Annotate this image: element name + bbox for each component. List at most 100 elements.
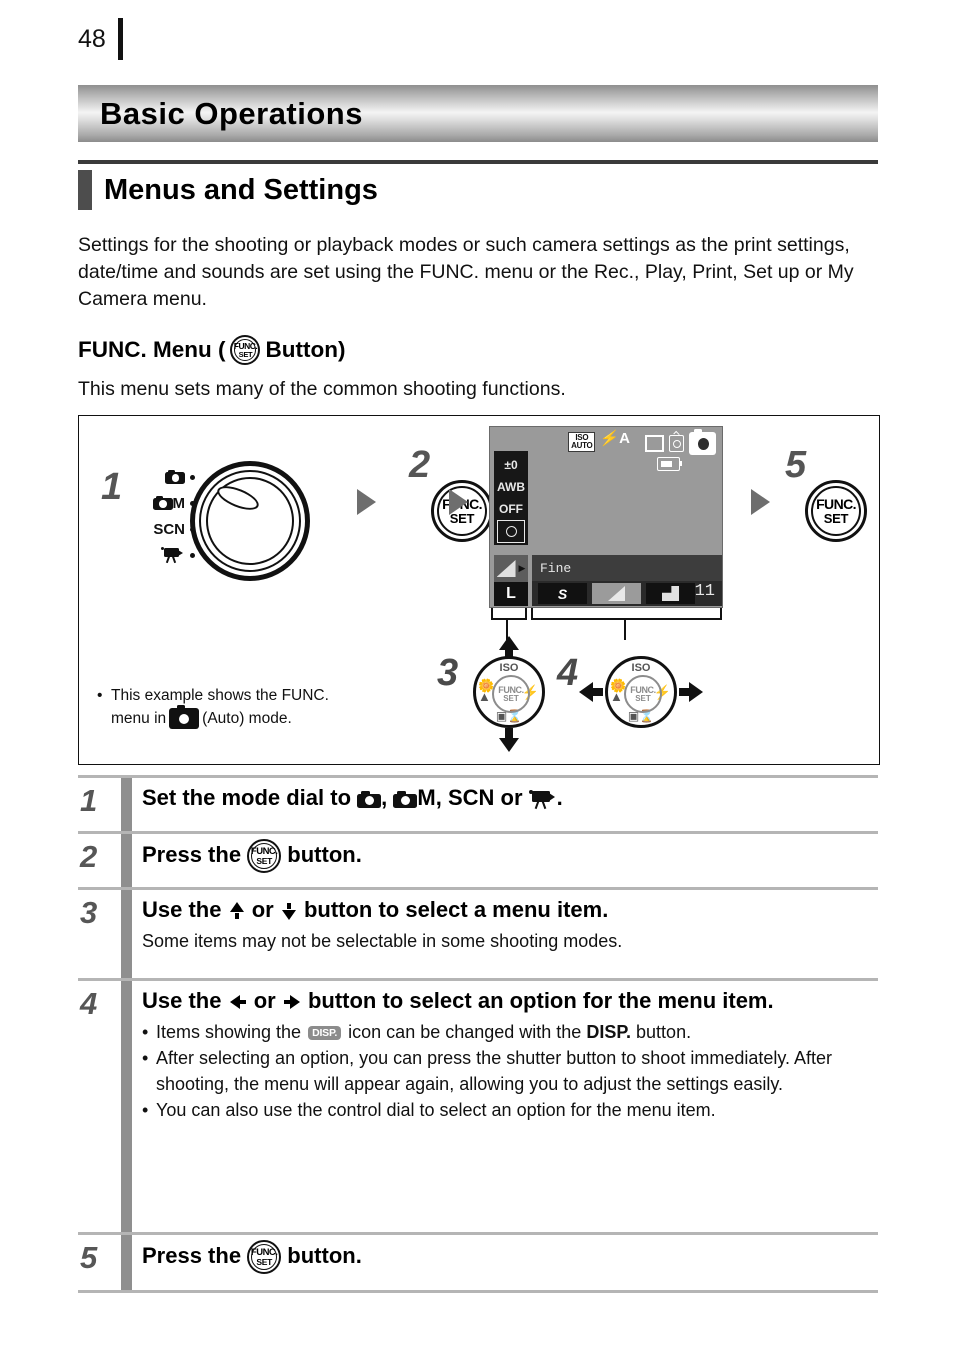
step-5: 5 Press the FUNC. SET button. xyxy=(78,1240,878,1290)
step-4-title-before: Use the xyxy=(142,988,228,1013)
camera-manual-icon xyxy=(393,790,418,808)
lcd-item-my-colors[interactable]: OFF xyxy=(494,498,528,520)
step-2-title-after: button. xyxy=(281,841,362,867)
step-1-title-part3: SCN xyxy=(447,785,495,810)
step-5-title-after: button. xyxy=(281,1242,362,1268)
intro-paragraph: Settings for the shooting or playback mo… xyxy=(78,234,854,310)
section-accent-bar xyxy=(78,170,92,210)
lcd-item-exposure-compensation[interactable]: ±0 xyxy=(494,454,528,476)
lcd-quality-label-row: Fine xyxy=(532,555,722,581)
lcd-item-compression-selected[interactable]: ▶ xyxy=(494,555,528,582)
step-4-bullet-3: • You can also use the control dial to s… xyxy=(142,1097,878,1123)
control-dial-iso-label: ISO xyxy=(631,662,651,674)
auto-mode-indicator-icon xyxy=(689,429,716,455)
movie-camera-icon xyxy=(161,547,185,564)
step-4-title-after: button to select an option for the menu … xyxy=(301,988,774,1013)
camera-auto-icon xyxy=(357,790,382,808)
arrow-up-icon xyxy=(229,902,244,920)
step-divider xyxy=(78,978,878,981)
af-frame-icon xyxy=(645,435,664,452)
step-5-number: 5 xyxy=(80,1240,98,1275)
step-1-number: 1 xyxy=(80,783,98,818)
subsection-heading: FUNC. Menu ( FUNC. SET Button) xyxy=(78,335,345,365)
fine-quality-icon xyxy=(608,586,625,601)
chevron-right-icon: ▶ xyxy=(518,563,526,573)
figure-step5-number: 5 xyxy=(785,444,807,486)
figure-note-line1: This example shows the FUNC. xyxy=(111,687,329,704)
arrow-down-icon xyxy=(499,738,519,752)
flow-arrow-2-icon xyxy=(449,489,468,515)
normal-quality-icon xyxy=(662,586,679,601)
figure-step1-mode-dial: 1 M SCN xyxy=(95,446,345,596)
func-set-button-icon: FUNC. SET xyxy=(230,335,261,365)
figure-note: • This example shows the FUNC. menu in (A… xyxy=(97,684,329,730)
flow-arrow-1-icon xyxy=(357,489,376,515)
chapter-banner: Basic Operations xyxy=(78,85,878,142)
section-heading: Menus and Settings xyxy=(78,170,378,210)
step-divider xyxy=(78,1290,878,1293)
subsection-description: This menu sets many of the common shooti… xyxy=(78,378,566,400)
camera-shake-warning-icon xyxy=(669,430,684,452)
step-4-bullet-2: • After selecting an option, you can pre… xyxy=(142,1045,878,1097)
arrow-right-icon xyxy=(283,995,300,1010)
control-dial-icon: ISO 🌼 ▲ ⚡ ▣⌛ FUNC. SET xyxy=(605,656,677,728)
iso-auto-icon: ISO AUTO xyxy=(568,432,596,452)
mode-dial-label-scn-text: SCN xyxy=(153,520,185,538)
step-divider xyxy=(78,831,878,834)
step-1-title-part2: M, xyxy=(417,785,448,810)
mode-dial-icon xyxy=(190,461,310,581)
arrow-right-icon xyxy=(689,682,703,702)
figure-note-line2-after: (Auto) mode. xyxy=(202,710,292,727)
step-4-title: Use the or button to select an option fo… xyxy=(142,986,878,1016)
func-button-top-label: FUNC. xyxy=(816,495,856,512)
step-3-subtext: Some items may not be selectable in some… xyxy=(142,931,623,951)
figure-note-line2-before: menu in xyxy=(111,710,167,727)
func-set-button-icon: FUNC. SET xyxy=(247,1240,282,1274)
step-2-title: Press the FUNC. SET button. xyxy=(142,839,878,873)
bullet-1-before: Items showing the xyxy=(156,1022,307,1042)
mode-dial-label-manual: M xyxy=(95,490,195,516)
camera-auto-icon xyxy=(165,470,185,484)
lcd-item-white-balance[interactable]: AWB xyxy=(494,476,528,498)
step-2: 2 Press the FUNC. SET button. xyxy=(78,839,878,887)
step-divider xyxy=(78,887,878,890)
mode-dial-label-scn: SCN xyxy=(95,516,195,542)
bullet-1-mid: icon can be changed with the xyxy=(343,1022,587,1042)
step-3-title-before: Use the xyxy=(142,897,228,922)
lcd-quality-label: Fine xyxy=(540,560,572,576)
step-3-title: Use the or button to select a menu item. xyxy=(142,895,878,925)
figure-step4-number: 4 xyxy=(557,652,579,694)
step-5-title: Press the FUNC. SET button. xyxy=(142,1240,878,1274)
arrow-left-stem xyxy=(591,688,603,696)
chapter-title: Basic Operations xyxy=(100,95,363,131)
figure-func-menu-flow: 1 M SCN 2 FUNC. SET ISO AUTO ⚡A ±0 AWB O… xyxy=(78,415,880,765)
subsection-title-before: FUNC. Menu ( xyxy=(78,337,226,362)
step-4-title-mid: or xyxy=(247,988,282,1013)
figure-step3-control-dial: 3 ISO 🌼 ▲ ⚡ ▣⌛ FUNC. SET xyxy=(437,634,557,754)
lcd-shots-remaining: 11 xyxy=(694,582,715,601)
control-dial-icon: ISO 🌼 ▲ ⚡ ▣⌛ FUNC. SET xyxy=(473,656,545,728)
movie-camera-icon xyxy=(528,789,557,809)
section-rule xyxy=(78,160,878,164)
step-divider xyxy=(78,775,878,778)
step-4-number: 4 xyxy=(80,986,98,1021)
disp-icon: DISP. xyxy=(308,1026,342,1041)
func-set-button-icon: FUNC. SET xyxy=(247,839,282,873)
bullet-1-bold: DISP. xyxy=(586,1022,632,1042)
lcd-option-fine[interactable] xyxy=(592,583,641,604)
figure-step2-number: 2 xyxy=(409,444,431,486)
lcd-item-metering-mode[interactable] xyxy=(494,519,528,543)
step-3-title-after: button to select a menu item. xyxy=(297,897,609,922)
bullet-3-text: You can also use the control dial to sel… xyxy=(156,1100,716,1120)
arrow-down-icon xyxy=(281,903,296,921)
mode-dial-label-manual-text: M xyxy=(172,494,186,512)
lcd-menu-column: ±0 AWB OFF xyxy=(494,451,528,545)
superfine-icon: S xyxy=(557,585,568,602)
lcd-item-resolution[interactable]: L xyxy=(494,582,528,606)
lcd-option-row: S xyxy=(532,581,722,606)
control-dial-iso-label: ISO xyxy=(499,662,519,674)
lcd-option-superfine[interactable]: S xyxy=(538,583,587,604)
figure-step4-control-dial: 4 ISO 🌼 ▲ ⚡ ▣⌛ FUNC. SET xyxy=(557,634,707,754)
lcd-option-normal[interactable] xyxy=(646,583,695,604)
step-4: 4 Use the or button to select an option … xyxy=(78,986,878,1241)
